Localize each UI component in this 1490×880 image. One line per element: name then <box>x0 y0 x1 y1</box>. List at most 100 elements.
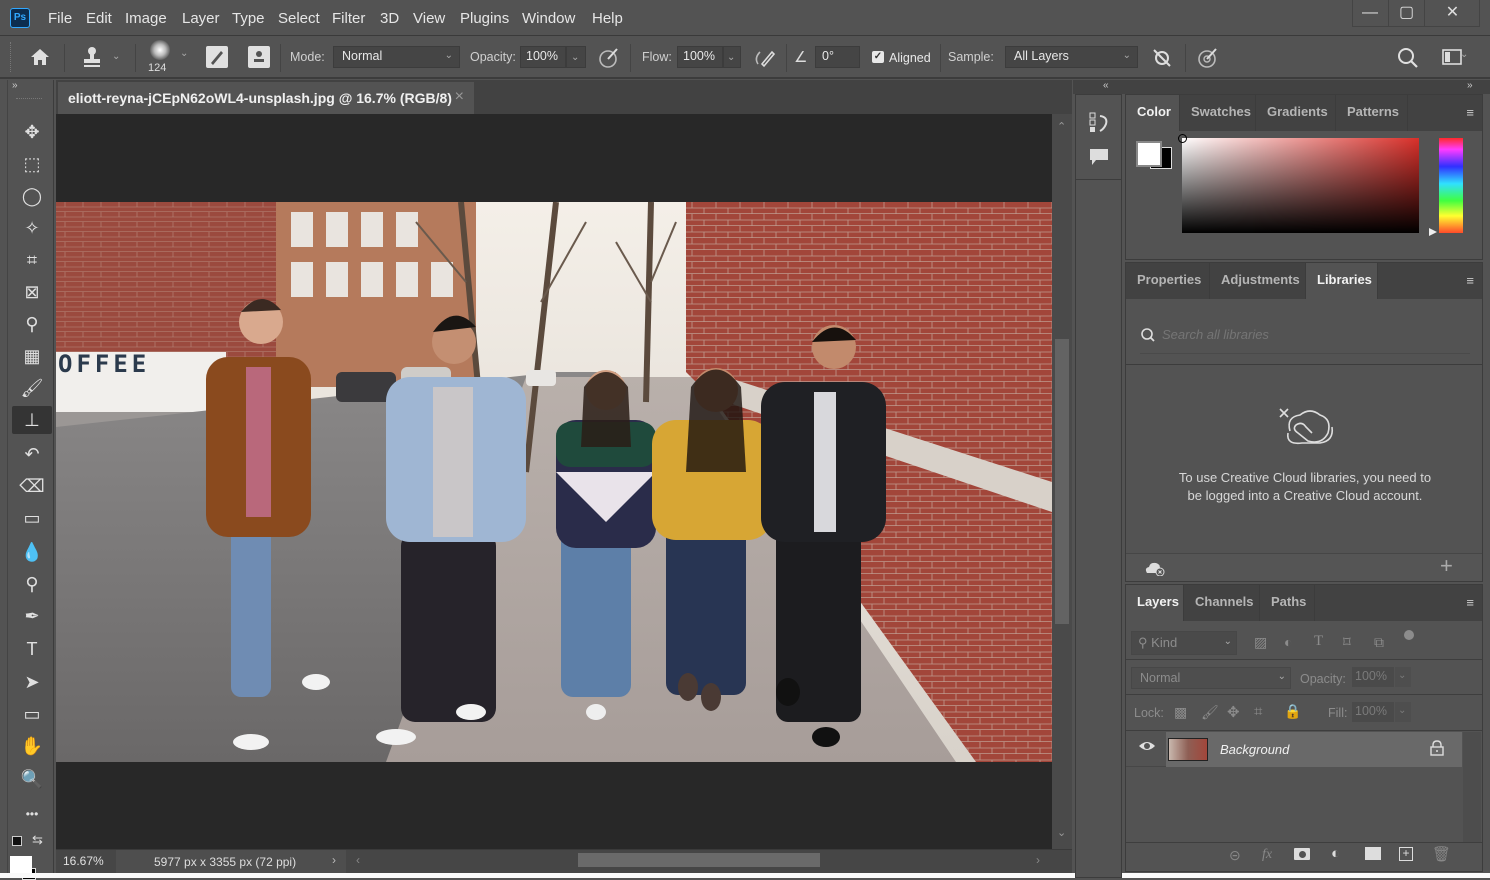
airbrush-toggle[interactable] <box>752 46 778 70</box>
filter-pixel-layers-icon[interactable]: ▨ <box>1254 634 1267 651</box>
layer-opacity-input[interactable]: 100% <box>1352 667 1394 687</box>
layer-row[interactable]: Background <box>1126 732 1462 767</box>
delete-layer-icon[interactable]: 🗑 <box>1432 845 1451 863</box>
filter-smart-objects-icon[interactable]: ⧉ <box>1374 634 1384 651</box>
angle-input[interactable]: 0° <box>815 46 860 68</box>
tab-paths[interactable]: Paths <box>1260 585 1315 621</box>
edit-toolbar[interactable]: ••• <box>18 798 46 826</box>
eraser-tool[interactable]: ⌫ <box>18 472 46 500</box>
tab-layers[interactable]: Layers <box>1126 585 1184 621</box>
layer-visibility-eye-icon[interactable] <box>1138 739 1156 753</box>
workspace-switcher[interactable]: ⌄ <box>1432 47 1472 69</box>
swap-colors-icon[interactable]: ⇆ <box>32 832 43 848</box>
menu-edit[interactable]: Edit <box>86 10 112 27</box>
panel-menu-icon[interactable]: ≡ <box>1466 105 1474 120</box>
fill-dropdown[interactable]: ⌄ <box>1395 702 1411 722</box>
scroll-right-icon[interactable]: › <box>1036 853 1040 867</box>
new-layer-icon[interactable]: + <box>1399 847 1413 861</box>
lock-artboard-icon[interactable]: ⌗ <box>1254 703 1262 720</box>
opacity-dropdown[interactable]: ⌄ <box>566 46 586 68</box>
layer-name[interactable]: Background <box>1220 742 1289 757</box>
sample-select[interactable]: All Layers ⌄ <box>1005 46 1138 68</box>
menu-window[interactable]: Window <box>522 10 575 27</box>
flow-input[interactable]: 100% <box>677 46 723 68</box>
frame-tool[interactable]: ⊠ <box>18 278 46 306</box>
layers-scrollbar[interactable] <box>1463 732 1481 842</box>
pressure-opacity-toggle[interactable] <box>597 46 621 70</box>
flow-dropdown[interactable]: ⌄ <box>723 46 741 68</box>
zoom-tool[interactable]: 🔍 <box>18 765 46 793</box>
menu-plugins[interactable]: Plugins <box>460 10 509 27</box>
panel-menu-icon[interactable]: ≡ <box>1466 595 1474 610</box>
close-window-button[interactable]: ✕ <box>1424 0 1480 27</box>
hand-tool[interactable]: ✋ <box>18 732 46 760</box>
menu-file[interactable]: File <box>48 10 72 27</box>
home-button[interactable] <box>28 45 52 69</box>
brush-preset-picker[interactable]: 124 ⌄ <box>148 40 188 76</box>
mode-select[interactable]: Normal ⌄ <box>333 46 460 68</box>
collapse-dock-icon[interactable]: « <box>1103 80 1109 91</box>
tab-channels[interactable]: Channels <box>1184 585 1260 621</box>
menu-image[interactable]: Image <box>125 10 167 27</box>
move-tool[interactable]: ✥ <box>18 118 46 146</box>
type-tool[interactable]: T <box>18 635 46 663</box>
fill-input[interactable]: 100% <box>1352 702 1394 722</box>
library-search-input[interactable] <box>1162 323 1462 345</box>
rectangle-tool[interactable]: ▭ <box>18 700 46 728</box>
eyedropper-tool[interactable]: ⚲ <box>18 310 46 338</box>
magic-wand-tool[interactable]: ✧ <box>18 214 46 242</box>
lock-all-icon[interactable]: 🔒 <box>1284 703 1301 720</box>
scroll-down-icon[interactable]: ⌄ <box>1057 826 1066 839</box>
expand-dock-icon[interactable]: » <box>1467 80 1473 91</box>
filter-adjustment-layers-icon[interactable]: ◐ <box>1284 634 1292 650</box>
menu-view[interactable]: View <box>413 10 445 27</box>
dodge-tool[interactable]: ⚲ <box>18 570 46 598</box>
vertical-scrollbar[interactable]: ⌃ ⌄ <box>1052 114 1072 849</box>
history-panel-button[interactable] <box>1088 111 1112 135</box>
tab-color[interactable]: Color <box>1126 95 1180 131</box>
tab-gradients[interactable]: Gradients <box>1256 95 1336 131</box>
minimize-button[interactable]: — <box>1352 0 1388 27</box>
aligned-checkbox[interactable]: ✓ <box>872 51 884 63</box>
color-field[interactable] <box>1178 134 1419 233</box>
pen-tool[interactable]: ✒ <box>18 602 46 630</box>
layer-opacity-dropdown[interactable]: ⌄ <box>1395 667 1411 687</box>
tab-patterns[interactable]: Patterns <box>1336 95 1408 131</box>
menu-select[interactable]: Select <box>278 10 320 27</box>
hue-slider-handle[interactable] <box>1429 228 1437 236</box>
tab-libraries[interactable]: Libraries <box>1306 263 1378 299</box>
lock-transparent-pixels-icon[interactable]: ▩ <box>1174 704 1187 721</box>
comments-panel-button[interactable] <box>1088 147 1112 169</box>
cloud-sync-status-icon[interactable] <box>1144 560 1166 577</box>
brush-settings-toggle[interactable] <box>206 46 228 68</box>
tab-swatches[interactable]: Swatches <box>1180 95 1256 131</box>
horizontal-scroll-thumb[interactable] <box>578 853 820 867</box>
zoom-level[interactable]: 16.67% <box>63 854 104 868</box>
document-tab[interactable]: eliott-reyna-jCEpN62oWL4-unsplash.jpg @ … <box>58 82 474 114</box>
filter-type-layers-icon[interactable]: T <box>1314 633 1323 650</box>
brush-tool[interactable]: 🖌 <box>18 374 46 402</box>
foreground-color-swatch[interactable] <box>10 856 32 874</box>
menu-filter[interactable]: Filter <box>332 10 365 27</box>
tool-preset-picker[interactable]: ⌄ <box>80 45 122 69</box>
layer-effects-icon[interactable]: fx <box>1262 847 1272 863</box>
marquee-tool[interactable]: ⬚ <box>18 150 46 178</box>
document-image[interactable]: OFFEE <box>56 202 1052 762</box>
tab-properties[interactable]: Properties <box>1126 263 1210 299</box>
toolbox-grip[interactable] <box>16 98 42 101</box>
lock-position-icon[interactable]: ✥ <box>1227 703 1240 721</box>
path-selection-tool[interactable]: ➤ <box>18 668 46 696</box>
pressure-size-toggle[interactable] <box>1196 46 1220 70</box>
blur-tool[interactable]: 💧 <box>18 538 46 566</box>
add-mask-icon[interactable] <box>1294 848 1310 860</box>
layer-filter-kind-select[interactable]: ⚲ Kind ⌄ <box>1131 631 1237 655</box>
toolbox-collapse-icon[interactable]: » <box>8 80 54 94</box>
new-adjustment-layer-icon[interactable]: ◐ <box>1331 845 1340 862</box>
panel-menu-icon[interactable]: ≡ <box>1466 273 1474 288</box>
lasso-tool[interactable]: ◯ <box>18 182 46 210</box>
scroll-left-icon[interactable]: ‹ <box>356 853 360 867</box>
options-bar-grip[interactable] <box>10 42 12 72</box>
opacity-input[interactable]: 100% <box>520 46 566 68</box>
scroll-up-icon[interactable]: ⌃ <box>1057 120 1066 133</box>
hue-slider[interactable] <box>1439 138 1463 233</box>
